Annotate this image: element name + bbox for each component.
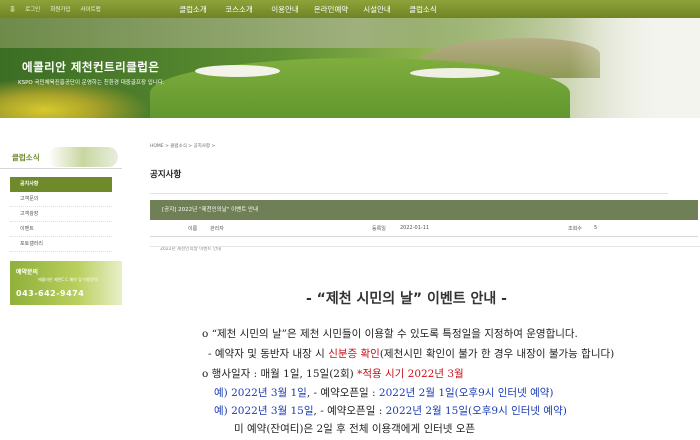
sidebar-header: 클럽소식 <box>0 143 122 169</box>
notice-line-example-1: 예) 2022년 3월 1일, - 예약오픈일 : 2022년 2월 1일(오후… <box>214 385 554 400</box>
sidebar-item-plaza[interactable]: 고객광장 <box>10 207 112 222</box>
hero-subtitle: KSPO 국민체육진흥공단이 운영하는 친환경 대중골프장 입니다. <box>18 80 165 86</box>
hero-banner: 에콜리안 제천컨트리클럽은 KSPO 국민체육진흥공단이 운영하는 친환경 대중… <box>0 18 700 118</box>
event-dates: o 행사일자 : 매월 1일, 15일(2회) <box>202 368 358 380</box>
notice-line-example-2: 예) 2022년 3월 15일, - 예약오픈일 : 2022년 2월 15일(… <box>214 403 567 418</box>
id-check-prefix: - 예약자 및 동반자 내장 시 <box>208 348 329 360</box>
id-check-suffix: (제천시민 확인이 불가 한 경우 내장이 불가능 합니다) <box>379 348 615 360</box>
contact-label: 예약문의 <box>16 269 39 276</box>
nav-online-reservation[interactable]: 온라인예약 <box>308 4 354 15</box>
notice-line-id-check: - 예약자 및 동반자 내장 시 신분증 확인(제천시민 확인이 불가 한 경우… <box>208 346 614 361</box>
breadcrumb: HOME > 클럽소식 > 공지사항 > <box>150 144 216 149</box>
hero-bunker <box>195 65 280 77</box>
sidebar-header-image <box>48 147 118 167</box>
hero-fade <box>570 18 700 118</box>
sidebar-menu: 공지사항 고객문의 고객광장 이벤트 포토갤러리 <box>0 177 122 252</box>
sidebar-item-inquiry[interactable]: 고객문의 <box>10 192 112 207</box>
util-link-home[interactable]: 홈 <box>10 5 15 13</box>
nav-club-intro[interactable]: 클럽소개 <box>170 4 216 15</box>
util-link-join[interactable]: 회원가입 <box>50 5 70 13</box>
top-bar: 홈 로그인 회원가입 사이트맵 클럽소개 코스소개 이용안내 온라인예약 시설안… <box>0 0 700 18</box>
example1-date: 예) 2022년 3월 1일 <box>214 387 307 399</box>
hero-bunker <box>410 68 500 78</box>
sidebar-item-notice[interactable]: 공지사항 <box>10 177 112 192</box>
nav-club-news[interactable]: 클럽소식 <box>400 4 446 15</box>
util-link-sitemap[interactable]: 사이트맵 <box>81 5 101 13</box>
nav-facilities[interactable]: 시설안내 <box>354 4 400 15</box>
apply-period: *적용 시기 2022년 3월 <box>357 368 464 380</box>
sidebar-item-gallery[interactable]: 포토갤러리 <box>10 237 112 252</box>
nav-usage-guide[interactable]: 이용안내 <box>262 4 308 15</box>
notice-line-dates: o 행사일자 : 매월 1일, 15일(2회) *적용 시기 2022년 3월 <box>202 366 464 381</box>
views-label: 조회수 <box>568 226 582 232</box>
notice-line-intro: o “제천 시민의 날”은 제천 시민들이 이용할 수 있도록 특정일을 지정하… <box>202 328 578 340</box>
post-meta-row: 이름 관리자 등록일 2022-01-11 조회수 5 <box>150 220 698 237</box>
main-nav: 클럽소개 코스소개 이용안내 온라인예약 시설안내 클럽소식 <box>170 4 446 15</box>
sidebar-title: 클럽소식 <box>12 153 40 162</box>
date-value: 2022-01-11 <box>400 225 430 231</box>
id-check-highlight: 신분증 확인 <box>328 348 380 360</box>
notice-body: - “제천 시민의 날” 이벤트 안내 - o “제천 시민의 날”은 제천 시… <box>158 256 698 436</box>
watermark-text: IBNEWS <box>55 410 141 432</box>
nav-course-intro[interactable]: 코스소개 <box>216 4 262 15</box>
contact-phone: 043-642-9474 <box>16 289 85 298</box>
notice-line-remaining: 미 예약(잔여티)은 2일 후 전체 이용객에게 인터넷 오픈 <box>234 423 476 435</box>
date-label: 등록일 <box>372 226 386 232</box>
util-link-login[interactable]: 로그인 <box>25 5 40 13</box>
author-value: 관리자 <box>210 226 224 232</box>
example1-open: 2022년 2월 1일(오후9시 인터넷 예약) <box>378 387 554 399</box>
author-label: 이름 <box>188 226 198 232</box>
watermark-logo-icon <box>13 411 45 440</box>
sidebar-item-event[interactable]: 이벤트 <box>10 222 112 237</box>
contact-subtext: 에콜리안 제천C.C 예약 및 이용문의 <box>38 277 98 282</box>
page-title: 공지사항 <box>150 168 668 194</box>
post-subject: [공지] 2022년 "제천인의날" 이벤트 안내 <box>150 200 698 220</box>
hero-title: 에콜리안 제천컨트리클럽은 <box>22 60 160 74</box>
notice-title: - “제천 시민의 날” 이벤트 안내 - <box>306 291 507 307</box>
example1-sep: , - 예약오픈일 : <box>306 387 379 399</box>
watermark: IBNEWS <box>0 410 150 440</box>
sidebar: 클럽소식 공지사항 고객문의 고객광장 이벤트 포토갤러리 예약문의 에콜리안 … <box>0 143 122 305</box>
main-content: HOME > 클럽소식 > 공지사항 > 공지사항 [공지] 2022년 "제천… <box>150 143 698 252</box>
utility-links: 홈 로그인 회원가입 사이트맵 <box>0 5 150 13</box>
reservation-contact-box[interactable]: 예약문의 에콜리안 제천C.C 예약 및 이용문의 043-642-9474 <box>10 261 122 305</box>
content-divider <box>150 246 700 247</box>
example2-open: 2022년 2월 15일(오후9시 인터넷 예약) <box>385 405 567 417</box>
example2-date: 예) 2022년 3월 15일 <box>214 405 314 417</box>
example2-sep: , - 예약오픈일 : <box>313 405 386 417</box>
views-value: 5 <box>594 225 598 231</box>
